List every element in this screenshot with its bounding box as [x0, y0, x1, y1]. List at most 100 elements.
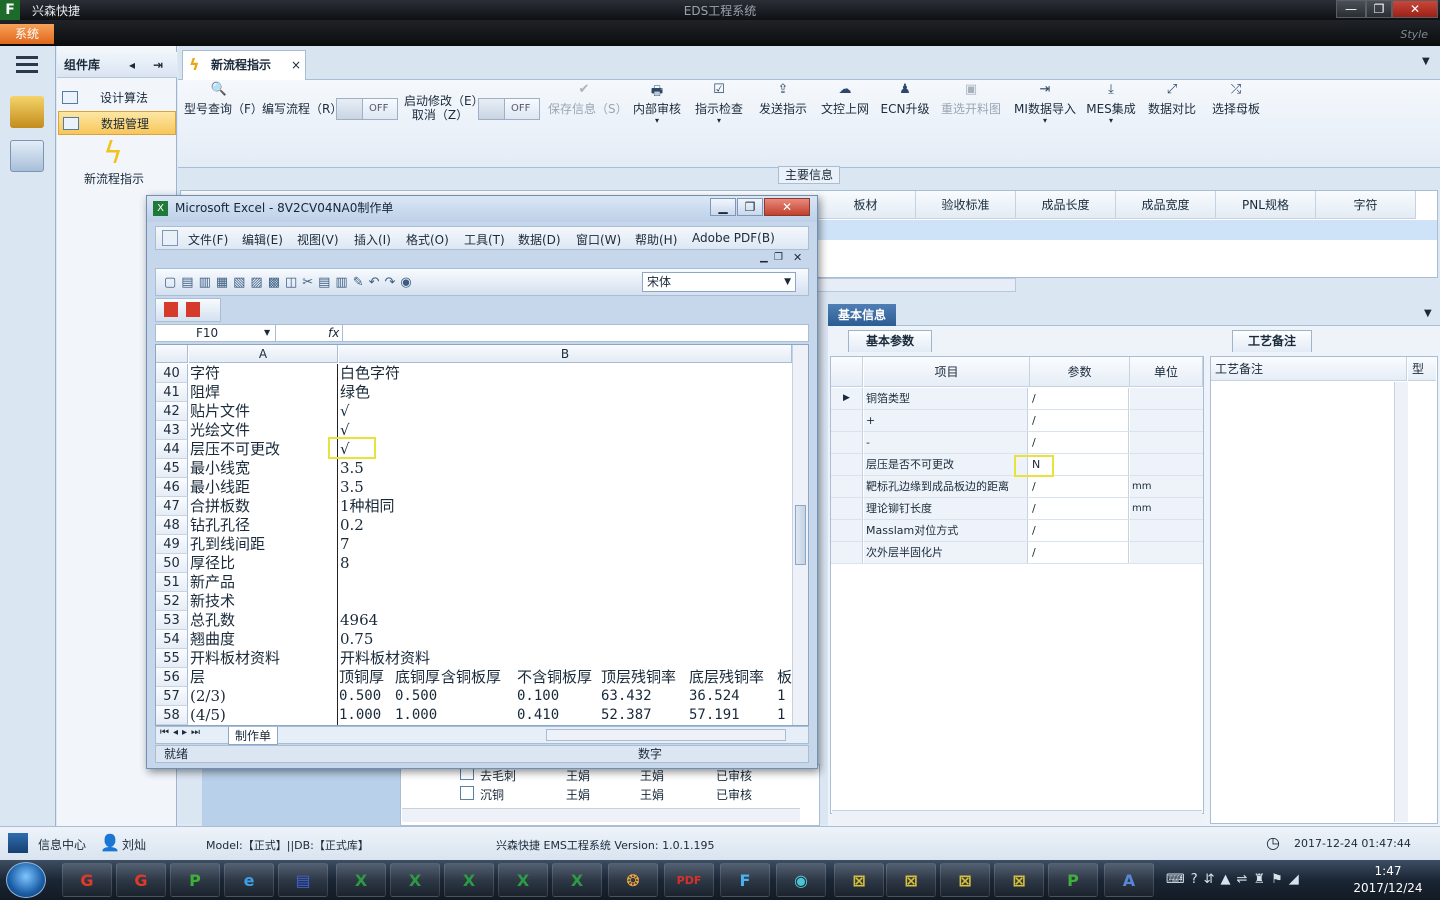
- pdf-mail-icon[interactable]: [186, 302, 200, 317]
- row-number[interactable]: 51: [156, 573, 188, 592]
- menu-view[interactable]: 视图(V): [297, 231, 339, 248]
- taskbar-excel5-icon[interactable]: X: [552, 863, 602, 897]
- menu-window[interactable]: 窗口(W): [576, 231, 621, 248]
- send-instruction-button[interactable]: ⇪ 发送指示: [756, 82, 810, 126]
- dropdown-arrow-icon[interactable]: ▾: [630, 117, 684, 125]
- cell-a[interactable]: 层压不可更改: [189, 440, 338, 459]
- taskbar-x4-icon[interactable]: ⊠: [994, 863, 1044, 897]
- internal-review-button[interactable]: 🖶 内部审核 ▾: [630, 82, 684, 126]
- cell-b[interactable]: 开料板材资料: [339, 649, 792, 668]
- taskbar-excel2-icon[interactable]: X: [390, 863, 440, 897]
- row-number[interactable]: 55: [156, 649, 188, 668]
- cell-a[interactable]: 孔到线间距: [189, 535, 338, 554]
- mi-import-button[interactable]: ⇥ MI数据导入 ▾: [1012, 82, 1078, 126]
- col-header-item[interactable]: 项目: [864, 357, 1030, 387]
- sheet-row[interactable]: 42 贴片文件 √: [156, 402, 792, 421]
- sheet-hscrollbar[interactable]: [546, 729, 786, 741]
- taskbar-app-g2-icon[interactable]: G: [116, 863, 166, 897]
- row-number[interactable]: 43: [156, 421, 188, 440]
- pdf-icon[interactable]: [164, 302, 178, 317]
- cell-b[interactable]: [339, 592, 792, 611]
- param-row[interactable]: 次外层半固化片 /: [831, 542, 1203, 564]
- ecn-upgrade-button[interactable]: ♟ ECN升级: [878, 82, 932, 126]
- taskbar-f-icon[interactable]: F: [720, 863, 770, 897]
- sheet-row[interactable]: 56 层顶铜厚 底铜厚 含铜板厚 不含铜板厚 顶层残铜率 底层残铜率板: [156, 668, 792, 687]
- model-query-button[interactable]: 🔍 型号查询（F）: [184, 82, 263, 126]
- dropdown-arrow-icon[interactable]: ▾: [1012, 117, 1078, 125]
- taskbar-pdf-icon[interactable]: PDF: [664, 863, 714, 897]
- chevron-down-icon[interactable]: ▼: [1424, 308, 1432, 319]
- yx-module-icon[interactable]: [10, 96, 44, 128]
- menu-help[interactable]: 帮助(H): [635, 231, 677, 248]
- cell-b[interactable]: 4964: [339, 611, 792, 630]
- cell-b-multi[interactable]: 0.500 0.500 0.100 63.432 36.524 1: [339, 687, 792, 706]
- taskbar-save-icon[interactable]: ▤: [278, 863, 328, 897]
- row-number[interactable]: 56: [156, 668, 188, 687]
- cell-b[interactable]: 8: [339, 554, 792, 573]
- taskbar-font-icon[interactable]: A: [1104, 863, 1154, 897]
- pin-icon[interactable]: ⇥: [153, 52, 163, 78]
- dropdown-arrow-icon[interactable]: ▾: [692, 117, 746, 125]
- col-header-a[interactable]: A: [189, 345, 338, 363]
- excel-close-button[interactable]: ✕: [764, 198, 810, 216]
- tab-basic-info[interactable]: 基本信息: [828, 304, 896, 326]
- row-number[interactable]: 42: [156, 402, 188, 421]
- sheet-row[interactable]: 51 新产品: [156, 573, 792, 592]
- tab-new-flow[interactable]: ϟ 新流程指示 ×: [182, 50, 306, 80]
- menu-file[interactable]: 文件(F): [188, 231, 228, 248]
- taskbar-excel4-icon[interactable]: X: [498, 863, 548, 897]
- cell-b[interactable]: √: [339, 402, 792, 421]
- sheet-row[interactable]: 53 总孔数 4964: [156, 611, 792, 630]
- tab-process-notes[interactable]: 工艺备注: [1232, 330, 1312, 352]
- doc-restore-icon[interactable]: ❐: [774, 252, 783, 263]
- cell-b[interactable]: 1种相同: [339, 497, 792, 516]
- taskbar-eye-icon[interactable]: ◉: [776, 863, 826, 897]
- row-number[interactable]: 49: [156, 535, 188, 554]
- data-compare-button[interactable]: ⤢ 数据对比: [1144, 82, 1200, 126]
- tab-basic-params[interactable]: 基本参数: [848, 330, 932, 352]
- cell-b[interactable]: [339, 573, 792, 592]
- row-number[interactable]: 54: [156, 630, 188, 649]
- cell-b[interactable]: 0.75: [339, 630, 792, 649]
- menu-data[interactable]: 数据(D): [518, 231, 561, 248]
- sheet-row[interactable]: 57 (2/3) 0.500 0.500 0.100 63.432 36.524 1: [156, 687, 792, 706]
- cell-b[interactable]: 绿色: [339, 383, 792, 402]
- cell-a[interactable]: 字符: [189, 364, 338, 383]
- doc-control-button[interactable]: ☁ 文控上网: [818, 82, 872, 126]
- row-number[interactable]: 53: [156, 611, 188, 630]
- menu-edit[interactable]: 编辑(E): [242, 231, 283, 248]
- col-header-unit[interactable]: 单位: [1130, 357, 1203, 387]
- doc-close-icon[interactable]: ✕: [793, 251, 802, 264]
- cell-a[interactable]: 最小线宽: [189, 459, 338, 478]
- start-button-icon[interactable]: [6, 862, 46, 898]
- system-button[interactable]: 系统: [0, 24, 54, 44]
- row-number[interactable]: 41: [156, 383, 188, 402]
- col-header-b[interactable]: B: [339, 345, 792, 363]
- cell-a[interactable]: 开料板材资料: [189, 649, 338, 668]
- cell-b[interactable]: 3.5: [339, 459, 792, 478]
- taskbar-excel1-icon[interactable]: X: [336, 863, 386, 897]
- font-select[interactable]: 宋体 ▼: [642, 272, 796, 292]
- maximize-button[interactable]: ❐: [1366, 0, 1392, 18]
- cell-b-multi[interactable]: 顶铜厚 底铜厚 含铜板厚 不含铜板厚 顶层残铜率 底层残铜率板: [339, 668, 792, 687]
- scroll-thumb[interactable]: [795, 505, 806, 565]
- taskbar-excel3-icon[interactable]: X: [444, 863, 494, 897]
- horizontal-scrollbar[interactable]: [816, 278, 1016, 292]
- reselect-cut-button[interactable]: ▣ 重选开料图: [938, 82, 1004, 126]
- menu-adobe-pdf[interactable]: Adobe PDF(B): [692, 231, 775, 245]
- write-flow-toggle[interactable]: OFF: [336, 98, 398, 120]
- col-header-pnl[interactable]: PNL规格: [1216, 191, 1316, 219]
- startup-edit-toggle[interactable]: OFF: [478, 98, 540, 120]
- collapse-left-icon[interactable]: ◂: [129, 52, 135, 78]
- tree-item-name[interactable]: 去毛刺: [480, 767, 516, 784]
- windows-grid-icon[interactable]: [8, 833, 28, 853]
- row-number[interactable]: 47: [156, 497, 188, 516]
- excel-restore-button[interactable]: ❐: [737, 198, 763, 216]
- col-header-char[interactable]: 字符: [1316, 191, 1416, 219]
- tray-date[interactable]: 2017/12/24: [1346, 881, 1430, 895]
- formula-input[interactable]: [342, 325, 808, 341]
- sheet-row[interactable]: 54 翘曲度 0.75: [156, 630, 792, 649]
- cell-a[interactable]: 厚径比: [189, 554, 338, 573]
- instruction-check-button[interactable]: ☑ 指示检查 ▾: [692, 82, 746, 126]
- row-number[interactable]: 44: [156, 440, 188, 459]
